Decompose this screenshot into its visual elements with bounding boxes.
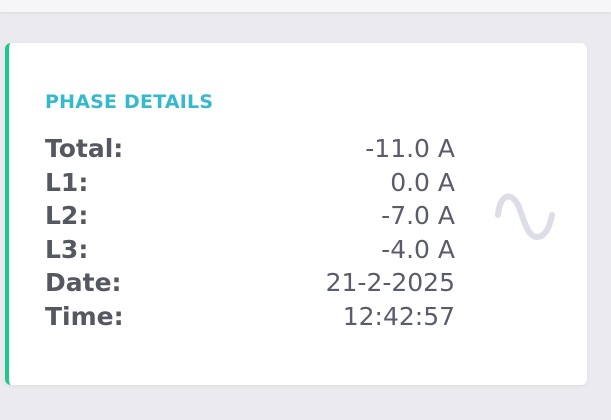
top-panel-edge (0, 0, 611, 12)
phase-details-list: Total: -11.0 A L1: 0.0 A L2: -7.0 A L3: … (45, 132, 455, 334)
total-label: Total: (45, 134, 124, 163)
time-value: 12:42:57 (342, 301, 455, 331)
sine-wave-icon (495, 193, 555, 241)
l3-value: -4.0 A (381, 234, 455, 264)
l1-label: L1: (45, 167, 89, 197)
card-title: PHASE DETAILS (45, 91, 214, 113)
row-total: Total: -11.0 A (45, 132, 455, 166)
l2-label: L2: (45, 201, 89, 231)
row-time: Time: 12:42:57 (45, 300, 455, 334)
date-value: 21-2-2025 (325, 268, 455, 298)
row-l2: L2: -7.0 A (45, 199, 455, 233)
date-label: Date: (45, 268, 122, 298)
l1-value: 0.0 A (390, 167, 455, 197)
l3-label: L3: (45, 234, 89, 264)
l2-value: -7.0 A (381, 201, 455, 231)
total-value: -11.0 A (365, 134, 455, 163)
row-date: Date: 21-2-2025 (45, 266, 455, 300)
time-label: Time: (45, 301, 124, 331)
phase-details-card: PHASE DETAILS Total: -11.0 A L1: 0.0 A L… (5, 43, 587, 385)
row-l1: L1: 0.0 A (45, 166, 455, 200)
row-l3: L3: -4.0 A (45, 233, 455, 267)
